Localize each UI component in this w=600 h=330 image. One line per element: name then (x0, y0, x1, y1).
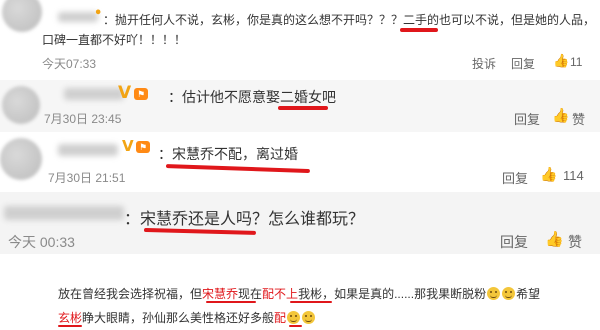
red-underline (278, 106, 328, 110)
comment-1: • ：抛开任何人不说，玄彬，你是真的这么想不开吗？？？二手的也可以不说，但是她的… (0, 0, 600, 80)
footer-highlight-2: 配不上 (262, 287, 299, 301)
red-underline (289, 325, 302, 327)
emoji-icon (487, 287, 501, 300)
like-label: 赞 (568, 234, 582, 250)
like-icon[interactable]: 👍 (545, 230, 564, 248)
red-underline (206, 301, 256, 303)
comment-2: V ⚑ ：估计他不愿意娶二婚女吧 7月30日 23:45 回复 👍 赞 (0, 80, 600, 132)
footer-part-3: 我彬，如果是真的......那我果断脱粉 (298, 287, 487, 301)
level-badge: ⚑ (134, 88, 149, 100)
comment-4: ：宋慧乔还是人吗？怎么谁都玩？ 今天 00:33 回复 👍 赞 (0, 192, 600, 254)
username-blurred (58, 12, 98, 22)
red-underline (58, 325, 82, 327)
like-label: 赞 (572, 112, 586, 127)
reply-button[interactable]: 回复 (500, 232, 528, 252)
comment-time: 7月30日 21:51 (48, 171, 126, 185)
like-icon[interactable]: 👍 (540, 166, 557, 183)
footer-highlight-4: 配 (274, 311, 287, 325)
reply-button[interactable]: 回复 (514, 109, 540, 128)
emoji-icon (502, 287, 516, 300)
verified-icon: V (122, 137, 134, 155)
red-underline (165, 164, 310, 174)
footer-line-1: 放在曾经我会选择祝福，但宋慧乔现在配不上我彬，如果是真的......那我果断脱粉… (58, 285, 540, 302)
comment-text: ：宋慧乔还是人吗？怎么谁都玩？ (124, 211, 365, 228)
username-blurred (58, 144, 118, 156)
footer-line-2: 玄彬睁大眼睛，孙仙那么美性格还好多般配 (58, 309, 316, 326)
footer-part-1: 放在曾经我会选择祝福，但 (58, 287, 203, 301)
emoji-icon (302, 311, 316, 324)
footer-part-4: 希望 (516, 287, 541, 301)
comment-text: ：抛开任何人不说，玄彬，你是真的这么想不开吗？？？二手的也可以不说，但是她的人品… (103, 13, 596, 27)
footer-highlight-1: 宋慧乔 (202, 287, 239, 301)
like-icon[interactable]: 👍 (552, 107, 569, 124)
comment-text-continued: 口碑一直都不好吖！！！！ (42, 33, 187, 47)
level-badge: ⚑ (136, 141, 151, 153)
avatar[interactable] (0, 138, 42, 180)
comment-time: 今天 00:33 (8, 234, 75, 250)
like-count: 114 (563, 168, 584, 183)
avatar[interactable] (2, 0, 42, 32)
like-icon[interactable]: 👍 (553, 53, 569, 69)
red-underline (290, 301, 332, 303)
reply-button[interactable]: 回复 (502, 168, 528, 187)
red-underline (400, 28, 438, 32)
footer-note: 放在曾经我会选择祝福，但宋慧乔现在配不上我彬，如果是真的......那我果断脱粉… (0, 254, 600, 330)
emoji-icon (287, 311, 301, 324)
report-button[interactable]: 投诉 (472, 55, 496, 72)
like-count: 11 (570, 55, 583, 69)
comment-text: ：宋慧乔不配，离过婚 (158, 146, 298, 162)
comment-time: 今天07:33 (42, 57, 97, 71)
avatar[interactable] (2, 86, 40, 124)
comment-3: V ⚑ ：宋慧乔不配，离过婚 7月30日 21:51 回复 👍 114 (0, 132, 600, 192)
level-badge-text: ⚑ (137, 89, 146, 99)
reply-button[interactable]: 回复 (511, 55, 535, 72)
username-blurred (64, 88, 124, 100)
verified-icon: V (118, 83, 132, 103)
comment-text: ：估计他不愿意娶二婚女吧 (168, 89, 336, 105)
username-blurred (4, 206, 124, 220)
footer-highlight-3: 玄彬 (58, 311, 83, 325)
comment-time: 7月30日 23:45 (44, 112, 122, 126)
footer-part-2: 现在 (238, 287, 263, 301)
red-underline (143, 228, 257, 235)
verified-icon: • (94, 6, 103, 21)
level-badge-text: ⚑ (139, 142, 148, 152)
footer-part-5: 睁大眼睛，孙仙那么美性格还好多般 (82, 311, 275, 325)
